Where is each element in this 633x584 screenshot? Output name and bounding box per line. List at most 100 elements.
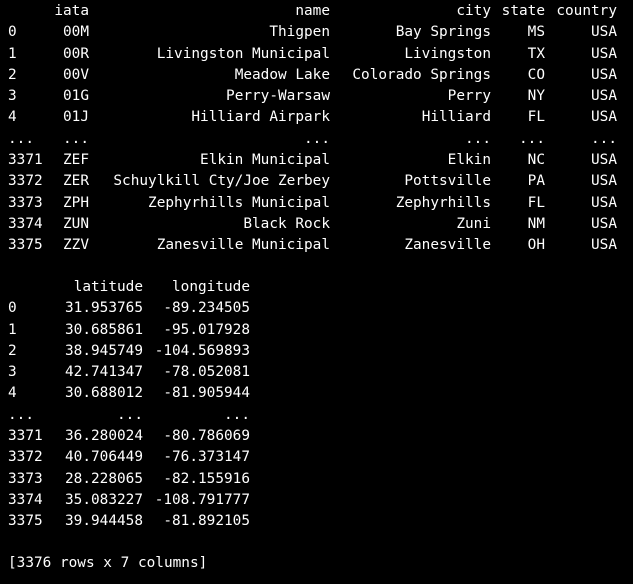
- cell-iata: ZEF: [63, 152, 89, 169]
- cell-name: Zanesville Municipal: [156, 237, 330, 254]
- row-index: 3371: [8, 428, 43, 445]
- row-index: ...: [8, 406, 34, 423]
- cell-country: USA: [591, 109, 617, 126]
- cell-state: OH: [527, 237, 545, 254]
- table-row: 3375 ZZV Zanesville Municipal Zanesville OH U…: [0, 235, 633, 256]
- cell-country: USA: [591, 88, 617, 105]
- row-index: 0: [8, 24, 17, 41]
- cell-city: Hilliard: [421, 109, 491, 126]
- row-index: 3: [8, 88, 17, 105]
- cell-latitude: 40.706449: [65, 449, 143, 466]
- row-index: 3372: [8, 173, 43, 190]
- cell-latitude: 35.083227: [65, 491, 143, 508]
- dataframe-shape-summary: [3376 rows x 7 columns]: [8, 555, 208, 571]
- cell-country: USA: [591, 194, 617, 211]
- table-row: 3375 39.944458 -81.892105: [0, 511, 633, 532]
- cell-latitude: 31.953765: [65, 300, 143, 317]
- cell-state: NC: [527, 152, 545, 169]
- column-header-longitude: longitude: [172, 279, 250, 295]
- cell-name: Black Rock: [243, 215, 330, 232]
- cell-iata: 00V: [63, 66, 89, 83]
- dataframe-table-airport-info: iata name city state country 0 00M Thigpen…: [0, 1, 633, 257]
- cell-name: ...: [304, 130, 330, 147]
- table-row: ..................: [0, 129, 633, 150]
- table-row: 3373 ZPH Zephyrhills Municipal Zephyrhills F…: [0, 193, 633, 214]
- cell-longitude: ...: [224, 406, 250, 423]
- cell-latitude: 38.945749: [65, 342, 143, 359]
- cell-country: USA: [591, 66, 617, 83]
- cell-city: Pottsville: [404, 173, 491, 190]
- cell-iata: ...: [63, 130, 89, 147]
- cell-city: Bay Springs: [395, 24, 491, 41]
- table-row: 4 30.688012 -81.905944: [0, 383, 633, 404]
- cell-longitude: -80.786069: [163, 428, 250, 445]
- table-row: 0 00M Thigpen Bay Springs MS USA: [0, 22, 633, 43]
- cell-latitude: 28.228065: [65, 470, 143, 487]
- row-index: 3373: [8, 470, 43, 487]
- row-index: 4: [8, 109, 17, 126]
- cell-state: FL: [527, 194, 545, 211]
- cell-latitude: 30.688012: [65, 385, 143, 402]
- cell-latitude: 36.280024: [65, 428, 143, 445]
- cell-state: CO: [527, 66, 545, 83]
- column-header-city: city: [456, 3, 491, 19]
- cell-latitude: 30.685861: [65, 321, 143, 338]
- cell-longitude: -89.234505: [163, 300, 250, 317]
- table-row: 2 00V Meadow Lake Colorado Springs CO USA: [0, 65, 633, 86]
- cell-state: NY: [527, 88, 545, 105]
- cell-iata: 00R: [63, 45, 89, 62]
- cell-name: Livingston Municipal: [156, 45, 330, 62]
- cell-state: TX: [527, 45, 545, 62]
- cell-state: ...: [519, 130, 545, 147]
- cell-longitude: -78.052081: [163, 364, 250, 381]
- dataframe-table-coordinates: latitude longitude 0 31.953765 -89.234505 1…: [0, 277, 633, 533]
- table-row: 3 01G Perry-Warsaw Perry NY USA: [0, 86, 633, 107]
- column-header-country: country: [556, 3, 617, 19]
- cell-longitude: -82.155916: [163, 470, 250, 487]
- row-index: 4: [8, 385, 17, 402]
- cell-iata: 01J: [63, 109, 89, 126]
- row-index: 3375: [8, 513, 43, 530]
- cell-name: Elkin Municipal: [200, 152, 330, 169]
- table-row: 3373 28.228065 -82.155916: [0, 469, 633, 490]
- cell-country: USA: [591, 237, 617, 254]
- row-index: 2: [8, 66, 17, 83]
- table-row: 3 42.741347 -78.052081: [0, 362, 633, 383]
- cell-name: Zephyrhills Municipal: [148, 194, 330, 211]
- cell-city: Zuni: [456, 215, 491, 232]
- cell-iata: ZZV: [63, 237, 89, 254]
- cell-country: USA: [591, 173, 617, 190]
- cell-longitude: -76.373147: [163, 449, 250, 466]
- row-index: 1: [8, 45, 17, 62]
- cell-city: Elkin: [447, 152, 491, 169]
- table-body: 0 31.953765 -89.234505 1 30.685861 -95.017928…: [0, 298, 633, 532]
- cell-iata: ZER: [63, 173, 89, 190]
- cell-latitude: 39.944458: [65, 513, 143, 530]
- table-row: .........: [0, 405, 633, 426]
- table-header-row: iata name city state country: [0, 1, 633, 22]
- cell-longitude: -81.905944: [163, 385, 250, 402]
- cell-latitude: 42.741347: [65, 364, 143, 381]
- cell-iata: 01G: [63, 88, 89, 105]
- row-index: 0: [8, 300, 17, 317]
- cell-latitude: ...: [117, 406, 143, 423]
- cell-longitude: -95.017928: [163, 321, 250, 338]
- cell-city: Colorado Springs: [352, 66, 491, 83]
- column-header-state: state: [501, 3, 545, 19]
- row-index: 3373: [8, 194, 43, 211]
- cell-name: Schuylkill Cty/Joe Zerbey: [113, 173, 330, 190]
- cell-name: Meadow Lake: [234, 66, 330, 83]
- table-row: 1 00R Livingston Municipal Livingston TX USA: [0, 44, 633, 65]
- cell-city: Perry: [447, 88, 491, 105]
- cell-city: Zanesville: [404, 237, 491, 254]
- cell-country: USA: [591, 24, 617, 41]
- column-header-latitude: latitude: [73, 279, 143, 295]
- cell-name: Thigpen: [269, 24, 330, 41]
- table-row: 3372 ZER Schuylkill Cty/Joe Zerbey Pottsvil…: [0, 171, 633, 192]
- cell-state: PA: [527, 173, 545, 190]
- table-row: 0 31.953765 -89.234505: [0, 298, 633, 319]
- row-index: 3374: [8, 491, 43, 508]
- cell-city: ...: [465, 130, 491, 147]
- table-body: 0 00M Thigpen Bay Springs MS USA 1 00R Livingsto…: [0, 22, 633, 256]
- table-row: 3371 ZEF Elkin Municipal Elkin NC USA: [0, 150, 633, 171]
